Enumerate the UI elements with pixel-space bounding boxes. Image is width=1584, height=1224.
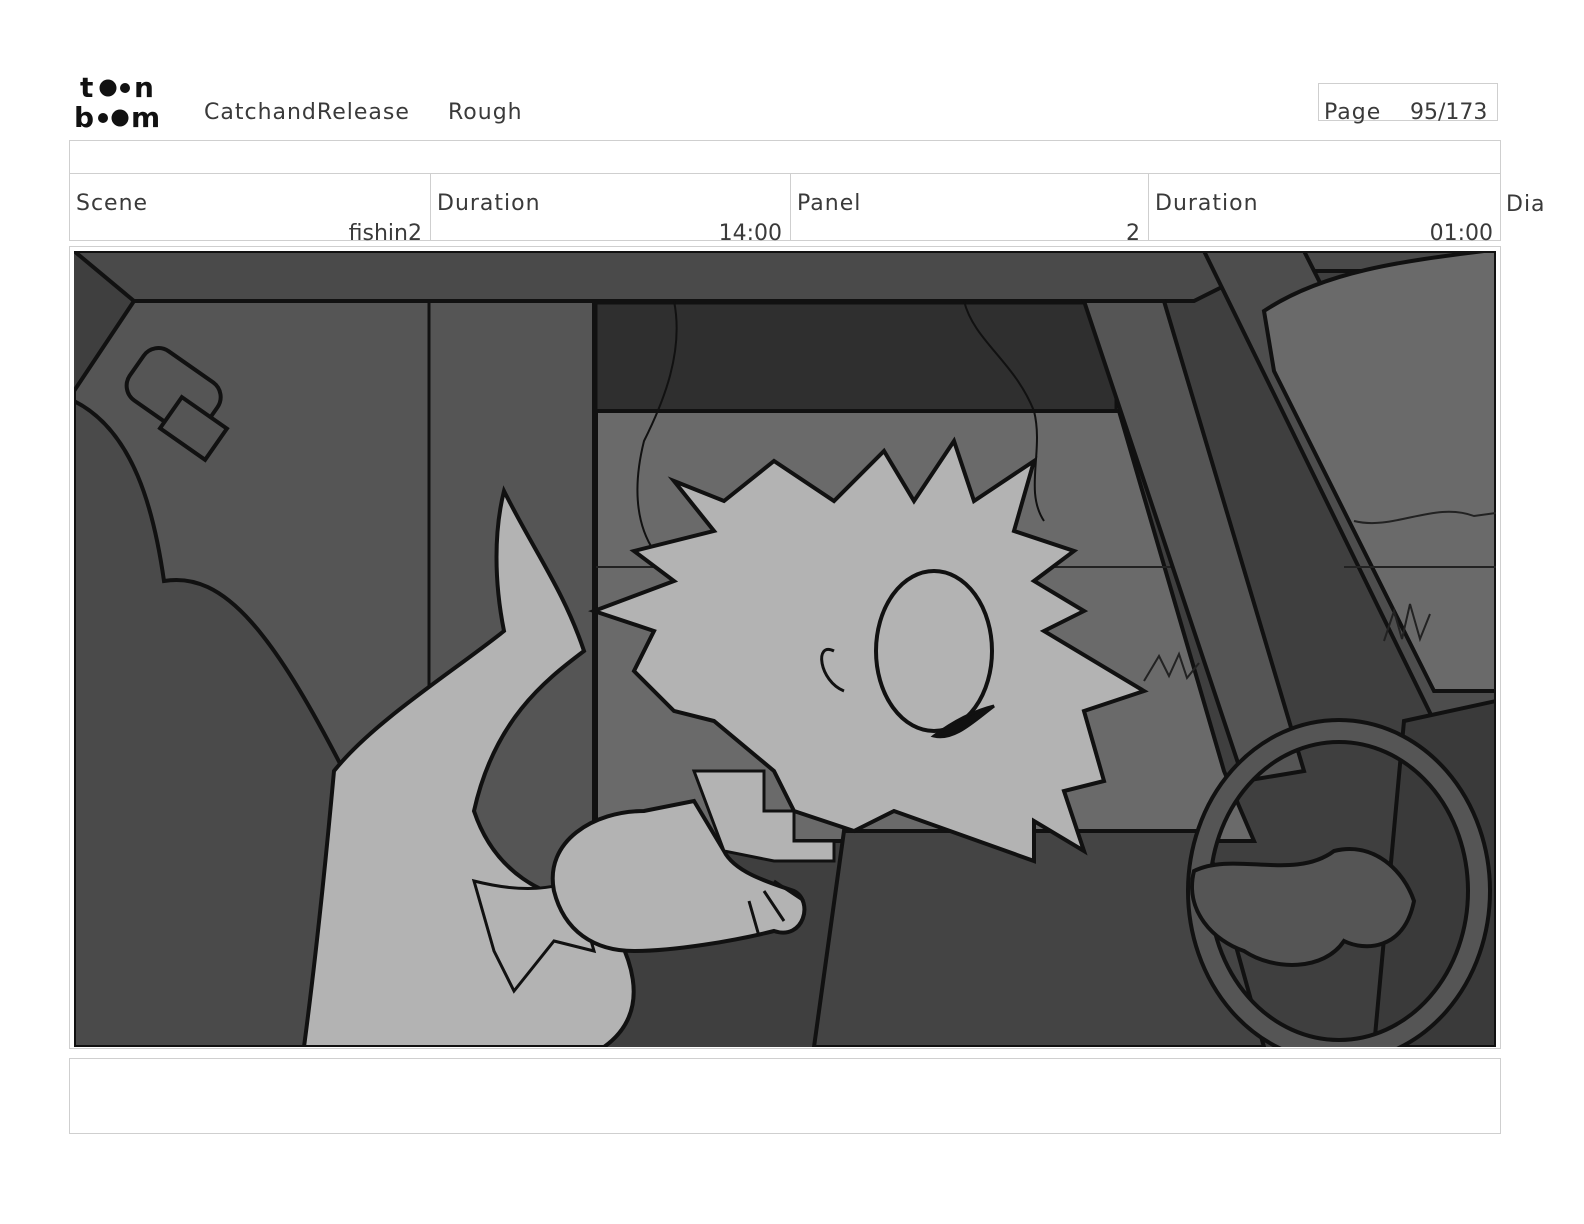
svg-text:b: b xyxy=(74,101,94,130)
page-label: Page xyxy=(1324,100,1382,125)
panel-duration-cell: Duration 01:00 xyxy=(1149,173,1501,246)
notes-box xyxy=(69,1058,1501,1134)
page-number: 95/173 xyxy=(1410,100,1488,125)
svg-text:m: m xyxy=(131,101,160,130)
panel-duration-value: 01:00 xyxy=(1429,221,1493,246)
scene-value: fishin2 xyxy=(348,221,422,246)
panel-value: 2 xyxy=(1126,221,1140,246)
scene-duration-value: 14:00 xyxy=(718,221,782,246)
blank-row xyxy=(69,140,1501,174)
project-name: CatchandRelease xyxy=(204,100,410,125)
panel-info-row: Scene fishin2 Duration 14:00 Panel 2 Dur… xyxy=(69,173,1501,246)
svg-text:t: t xyxy=(80,72,93,104)
panel-duration-label: Duration xyxy=(1155,191,1259,216)
dialog-label: Dia xyxy=(1506,192,1546,217)
svg-text:n: n xyxy=(134,72,154,104)
toonboom-logo-icon: t n b m xyxy=(74,72,160,130)
panel-cell: Panel 2 xyxy=(791,173,1149,246)
version-label: Rough xyxy=(448,100,523,125)
scene-cell: Scene fishin2 xyxy=(70,173,431,246)
scene-duration-cell: Duration 14:00 xyxy=(431,173,791,246)
scene-duration-label: Duration xyxy=(437,191,541,216)
panel-label: Panel xyxy=(797,191,862,216)
scene-label: Scene xyxy=(76,191,149,216)
storyboard-panel-drawing xyxy=(74,251,1496,1047)
